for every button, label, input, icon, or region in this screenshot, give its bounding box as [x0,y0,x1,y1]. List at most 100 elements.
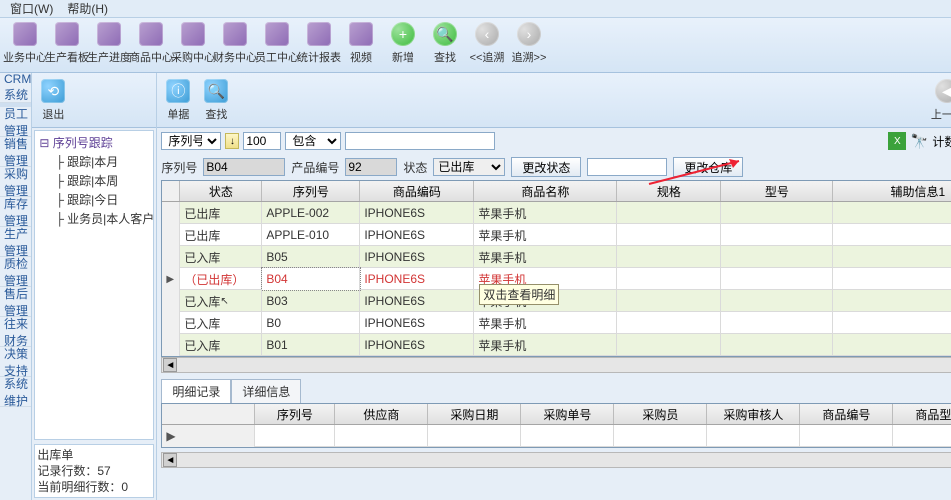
left-nav: CRM系统员工管理销售管理采购管理库存管理生产管理质检管理售后管理往来财务决策支… [0,73,32,500]
exit-button[interactable]: ⟲退出 [34,77,72,123]
dcol-pono[interactable]: 采购单号 [521,404,614,424]
purchase-center-button[interactable]: 采购中心 [172,20,214,70]
table-row[interactable]: 已入库B01IPHONE6S苹果手机 [162,334,951,356]
change-warehouse-button[interactable]: 更改仓库 [673,157,743,177]
main-panel: ⓘ单据🔍查找 ◀上一条 ▶下一 序列号 ↓ 包含 X 🔭 计数 57 序列号 产… [157,73,951,500]
tree-child-0[interactable]: ├ 跟踪|本月 [37,152,151,171]
prodno-label: 产品编号 [291,159,339,176]
progress-button[interactable]: 生产进度 [88,20,130,70]
dcol-model[interactable]: 商品型号 [893,404,951,424]
tab-detail-records[interactable]: 明细记录 [161,379,231,403]
panel-search-button[interactable]: 🔍查找 [197,77,235,123]
export-excel-icon[interactable]: X [888,132,906,150]
filter-row-2: 序列号 产品编号 状态 已出库 更改状态 更改仓库 [157,154,951,180]
binoculars-icon[interactable]: 🔭 [910,132,928,150]
filter-row-1: 序列号 ↓ 包含 X 🔭 计数 57 [157,128,951,154]
scroll-left-icon[interactable]: ◄ [163,453,177,467]
dcol-prodno[interactable]: 商品编号 [800,404,893,424]
status-select[interactable]: 已出库 [433,158,505,176]
product-center-button[interactable]: 商品中心 [130,20,172,70]
filter-field-select[interactable]: 序列号 [161,132,221,150]
info-title: 出库单 [37,447,151,463]
sidebar-item-10[interactable]: 系统维护 [0,377,31,407]
serial-input[interactable] [203,158,285,176]
prodno-input[interactable] [345,158,397,176]
table-row[interactable]: ▶ [162,425,951,447]
tree[interactable]: ⊟ 序列号跟踪 ├ 跟踪|本月├ 跟踪|本周├ 跟踪|今日├ 业务员|本人客户 [34,130,154,440]
tree-child-1[interactable]: ├ 跟踪|本周 [37,171,151,190]
menu-help[interactable]: 帮助(H) [67,0,108,17]
mid-column: ⟲退出 ⊟ 序列号跟踪 ├ 跟踪|本月├ 跟踪|本周├ 跟踪|今日├ 业务员|本… [32,73,157,500]
change-status-button[interactable]: 更改状态 [511,157,581,177]
info-box: 出库单 记录行数：57 当前明细行数：0 [34,444,154,498]
reports-button[interactable]: 统计报表 [298,20,340,70]
trace-back-button[interactable]: ‹<<追溯 [466,20,508,70]
step-input[interactable] [243,132,281,150]
dcol-approver[interactable]: 采购审核人 [707,404,800,424]
sidebar-item-4[interactable]: 库存管理 [0,197,31,227]
menu-bar: 窗口(W) 帮助(H) [0,0,951,18]
tab-detail-info[interactable]: 详细信息 [231,379,301,403]
trace-fwd-button[interactable]: ›追溯>> [508,20,550,70]
sidebar-item-1[interactable]: 员工管理 [0,107,31,137]
col-code[interactable]: 商品编码 [360,181,474,201]
menu-window[interactable]: 窗口(W) [10,0,53,17]
sidebar-item-9[interactable]: 决策支持 [0,347,31,377]
scroll-left-icon[interactable]: ◄ [163,358,177,372]
sidebar-item-7[interactable]: 售后管理 [0,287,31,317]
tooltip-dblclick: 双击查看明细 [479,284,559,305]
table-row[interactable]: 已出库APPLE-002IPHONE6S苹果手机 [162,202,951,224]
kanban-button[interactable]: 生产看板 [46,20,88,70]
sidebar-item-0[interactable]: CRM系统 [0,73,31,103]
dcol-buyer[interactable]: 采购员 [614,404,707,424]
main-toolbar: 业务中心生产看板生产进度商品中心采购中心财务中心员工中心统计报表视频+新增🔍查找… [0,18,951,73]
table-row[interactable]: 已入库B0IPHONE6S苹果手机 [162,312,951,334]
col-model[interactable]: 型号 [721,181,833,201]
status-label: 状态 [403,159,427,176]
grid-header: 状态 序列号 商品编码 商品名称 规格 型号 辅助信息1 [162,181,951,202]
add-button[interactable]: +新增 [382,20,424,70]
serial-label: 序列号 [161,159,197,176]
grid-hscroll[interactable]: ◄► [161,357,951,373]
video-button[interactable]: 视频 [340,20,382,70]
sidebar-item-2[interactable]: 销售管理 [0,137,31,167]
workarea: CRM系统员工管理销售管理采购管理库存管理生产管理质检管理售后管理往来财务决策支… [0,73,951,500]
sidebar-item-3[interactable]: 采购管理 [0,167,31,197]
col-serial[interactable]: 序列号 [262,181,360,201]
table-row[interactable]: 已出库APPLE-010IPHONE6S苹果手机 [162,224,951,246]
prev-record-label: 上一条 [931,106,951,122]
dcol-supplier[interactable]: 供应商 [335,404,428,424]
filter-value-input[interactable] [345,132,495,150]
bill-button[interactable]: ⓘ单据 [159,77,197,123]
sidebar-item-8[interactable]: 往来财务 [0,317,31,347]
info-detailcount: 当前明细行数：0 [37,479,151,495]
finance-center-button[interactable]: 财务中心 [214,20,256,70]
staff-center-button[interactable]: 员工中心 [256,20,298,70]
col-spec[interactable]: 规格 [617,181,721,201]
sort-down-icon[interactable]: ↓ [225,133,239,149]
sidebar-item-5[interactable]: 生产管理 [0,227,31,257]
dcol-serial[interactable]: 序列号 [255,404,335,424]
tree-child-2[interactable]: ├ 跟踪|今日 [37,190,151,209]
col-status[interactable]: 状态 [180,181,262,201]
dcol-podate[interactable]: 采购日期 [428,404,521,424]
prev-record-button[interactable]: ◀上一条 [928,77,951,123]
mid-toolbar: ⟲退出 [32,73,156,128]
col-name[interactable]: 商品名称 [474,181,617,201]
info-rowcount: 记录行数：57 [37,463,151,479]
filter-op-select[interactable]: 包含 [285,132,341,150]
search-button[interactable]: 🔍查找 [424,20,466,70]
panel-toolbar: ⓘ单据🔍查找 ◀上一条 ▶下一 [157,73,951,128]
tree-child-3[interactable]: ├ 业务员|本人客户 [37,209,151,228]
tree-root[interactable]: ⊟ 序列号跟踪 [37,133,151,152]
detail-grid-hscroll[interactable]: ◄► [161,452,951,468]
detail-grid[interactable]: 序列号 供应商 采购日期 采购单号 采购员 采购审核人 商品编号 商品型号 ▶ [161,403,951,448]
warehouse-display [587,158,667,176]
tree-root-label: 序列号跟踪 [53,136,113,150]
main-grid[interactable]: 状态 序列号 商品编码 商品名称 规格 型号 辅助信息1 已出库APPLE-00… [161,180,951,357]
col-aux1[interactable]: 辅助信息1 [833,181,951,201]
biz-center-button[interactable]: 业务中心 [4,20,46,70]
sidebar-item-6[interactable]: 质检管理 [0,257,31,287]
table-row[interactable]: 已入库B05IPHONE6S苹果手机 [162,246,951,268]
count-label: 计数 [932,133,951,150]
